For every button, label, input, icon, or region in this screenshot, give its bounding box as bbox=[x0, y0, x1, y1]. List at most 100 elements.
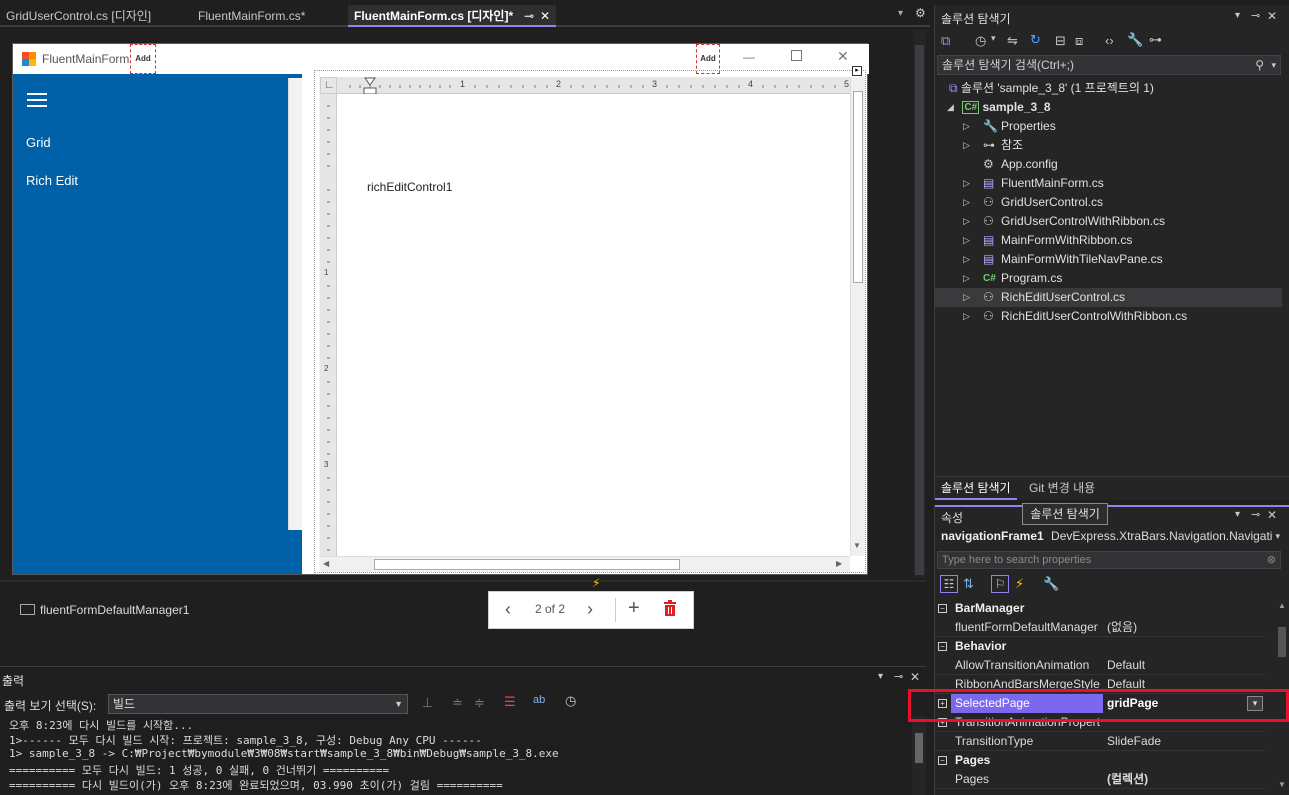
tab-solution-explorer[interactable]: 솔루션 탐색기 bbox=[935, 477, 1017, 500]
scroll-right-icon[interactable]: ▶ bbox=[836, 559, 842, 568]
tree-project[interactable]: ◢ C# sample_3_8 bbox=[935, 98, 1282, 117]
tab-grid-user-control-design[interactable]: GridUserControl.cs [디자인] bbox=[0, 5, 157, 27]
props-object-selector[interactable]: navigationFrame1 DevExpress.XtraBars.Nav… bbox=[935, 529, 1289, 549]
word-wrap-icon[interactable]: ab bbox=[533, 694, 545, 706]
props-pin-icon[interactable]: ⊸ bbox=[1251, 508, 1260, 521]
tree-item-grid-user-control[interactable]: ▷ ⚇ GridUserControl.cs bbox=[935, 193, 1282, 212]
prop-category-behavior[interactable]: − Behavior bbox=[935, 637, 1265, 656]
next-message-icon[interactable]: ≑ bbox=[474, 695, 485, 711]
collapse-icon[interactable]: − bbox=[938, 756, 947, 765]
events-icon[interactable]: ⚡ bbox=[1015, 576, 1024, 592]
tab-dropdown-icon[interactable]: ▾ bbox=[898, 8, 903, 19]
designer-scroll-thumb[interactable] bbox=[915, 45, 924, 575]
horizontal-ruler[interactable]: 1 2 3 4 5 bbox=[320, 77, 850, 94]
add-page-icon[interactable]: + bbox=[628, 597, 640, 620]
previous-page-icon[interactable]: ‹ bbox=[505, 599, 511, 620]
nav-item-rich-edit[interactable]: Rich Edit bbox=[26, 173, 78, 188]
se-dropdown-icon[interactable]: ▾ bbox=[1235, 10, 1240, 21]
history-dropdown-icon[interactable]: ▾ bbox=[991, 33, 996, 44]
rich-edit-scroll-thumb[interactable] bbox=[853, 91, 863, 283]
properties-view-icon[interactable]: ⚐ bbox=[991, 575, 1009, 593]
output-scroll-thumb[interactable] bbox=[915, 733, 923, 763]
collapsed-arrow-icon[interactable]: ▷ bbox=[963, 307, 983, 326]
tab-fluent-main-form-design[interactable]: FluentMainForm.cs [디자인]* ⊸ ✕ bbox=[348, 5, 556, 27]
expanded-arrow-icon[interactable]: ◢ bbox=[947, 98, 959, 117]
minimize-icon[interactable]: — bbox=[743, 50, 755, 64]
clock-icon[interactable]: ◷ bbox=[565, 693, 576, 709]
prop-row-fluent-form-default-manager[interactable]: fluentFormDefaultManager (없음) bbox=[935, 618, 1265, 637]
collapse-all-icon[interactable]: ⊟ bbox=[1055, 33, 1066, 49]
collapse-icon[interactable]: − bbox=[938, 604, 947, 613]
collapsed-arrow-icon[interactable]: ▷ bbox=[963, 231, 983, 250]
output-text-area[interactable]: 오후 8:23에 다시 빌드를 시작함... 1>------ 모두 다시 빌드… bbox=[0, 716, 912, 795]
collapsed-arrow-icon[interactable]: ▷ bbox=[963, 269, 983, 288]
collapse-icon[interactable]: − bbox=[938, 642, 947, 651]
clear-search-icon[interactable]: ⊗ bbox=[1267, 552, 1276, 568]
properties-wrench-icon[interactable]: 🔧 bbox=[1127, 32, 1143, 48]
collapsed-arrow-icon[interactable]: ▷ bbox=[963, 117, 983, 136]
scroll-down-icon[interactable]: ▼ bbox=[853, 541, 861, 550]
tree-item-main-form-tile-nav[interactable]: ▷ ▤ MainFormWithTileNavPane.cs bbox=[935, 250, 1282, 269]
smart-tag-icon[interactable]: ▸ bbox=[852, 66, 862, 76]
tree-item-fluent-main-form[interactable]: ▷ ▤ FluentMainForm.cs bbox=[935, 174, 1282, 193]
collapsed-arrow-icon[interactable]: ▷ bbox=[963, 212, 983, 231]
tab-fluent-main-form-code[interactable]: FluentMainForm.cs* bbox=[192, 5, 311, 27]
se-search-input[interactable]: 솔루션 탐색기 검색(Ctrl+;) ⚲ ▾ bbox=[937, 55, 1281, 75]
collapsed-arrow-icon[interactable]: ▷ bbox=[963, 136, 983, 155]
prop-value[interactable]: (컬렉션) bbox=[1107, 770, 1148, 789]
tree-item-properties[interactable]: ▷ 🔧 Properties bbox=[935, 117, 1282, 136]
prop-category-pages[interactable]: − Pages bbox=[935, 751, 1265, 770]
tree-item-program[interactable]: ▷ C# Program.cs bbox=[935, 269, 1282, 288]
prev-message-icon[interactable]: ≐ bbox=[452, 695, 463, 711]
close-icon[interactable]: ✕ bbox=[540, 5, 550, 27]
close-window-icon[interactable]: ✕ bbox=[837, 48, 849, 65]
props-scroll-thumb[interactable] bbox=[1278, 627, 1286, 657]
output-source-select[interactable]: 빌드 ▼ bbox=[108, 694, 408, 714]
collapsed-arrow-icon[interactable]: ▷ bbox=[963, 193, 983, 212]
props-close-icon[interactable]: ✕ bbox=[1267, 508, 1277, 522]
categorized-icon[interactable]: ☷ bbox=[940, 575, 958, 593]
output-pin-icon[interactable]: ⊸ bbox=[894, 670, 903, 683]
tree-item-app-config[interactable]: ⚙ App.config bbox=[935, 155, 1282, 174]
gear-icon[interactable]: ⚙ bbox=[915, 6, 926, 20]
scroll-left-icon[interactable]: ◀ bbox=[323, 559, 329, 568]
output-close-icon[interactable]: ✕ bbox=[910, 670, 920, 684]
delete-page-icon[interactable] bbox=[663, 600, 677, 620]
prop-row-transition-type[interactable]: TransitionType SlideFade bbox=[935, 732, 1265, 751]
add-button-placeholder[interactable]: Add bbox=[130, 44, 156, 74]
show-all-files-icon[interactable]: ⧈ bbox=[1075, 33, 1083, 49]
rich-edit-vertical-scrollbar[interactable]: ▼ bbox=[850, 77, 865, 556]
scroll-up-icon[interactable]: ▲ bbox=[1278, 601, 1286, 610]
preview-icon[interactable]: ⊶ bbox=[1149, 32, 1162, 48]
pin-icon[interactable]: ⊸ bbox=[524, 5, 534, 27]
tab-stop-icon[interactable]: ∟ bbox=[324, 79, 335, 91]
vertical-ruler[interactable]: 1 2 3 bbox=[320, 94, 337, 556]
tray-component-label[interactable]: fluentFormDefaultManager1 bbox=[40, 603, 189, 617]
search-options-icon[interactable]: ▾ bbox=[1271, 56, 1276, 74]
alphabetical-icon[interactable]: ⇅ bbox=[963, 576, 974, 592]
nav-item-grid[interactable]: Grid bbox=[26, 135, 51, 150]
search-icon[interactable]: ⚲ bbox=[1255, 56, 1264, 74]
prop-value[interactable]: SlideFade bbox=[1107, 732, 1161, 751]
prop-value[interactable]: Default bbox=[1107, 656, 1145, 675]
collapsed-arrow-icon[interactable]: ▷ bbox=[963, 250, 983, 269]
scroll-down-icon[interactable]: ▼ bbox=[1278, 780, 1286, 789]
maximize-icon[interactable] bbox=[791, 50, 802, 61]
nav-pane-scrollbar[interactable] bbox=[288, 78, 302, 530]
tree-item-rich-edit-user-control[interactable]: ▷ ⚇ RichEditUserControl.cs bbox=[935, 288, 1282, 307]
props-search-input[interactable]: Type here to search properties ⊗ bbox=[937, 551, 1281, 569]
hamburger-icon[interactable] bbox=[27, 93, 47, 107]
find-message-icon[interactable]: ⊥ bbox=[422, 695, 433, 711]
tree-item-grid-user-control-ribbon[interactable]: ▷ ⚇ GridUserControlWithRibbon.cs bbox=[935, 212, 1282, 231]
prop-row-allow-transition-animation[interactable]: AllowTransitionAnimation Default bbox=[935, 656, 1265, 675]
code-view-icon[interactable]: ‹› bbox=[1105, 33, 1114, 48]
tree-solution[interactable]: ⧉ 솔루션 'sample_3_8' (1 프로젝트의 1) bbox=[935, 79, 1282, 98]
props-dropdown-icon[interactable]: ▾ bbox=[1235, 509, 1240, 520]
output-dropdown-icon[interactable]: ▾ bbox=[878, 671, 883, 682]
rich-edit-hscroll-thumb[interactable] bbox=[374, 559, 680, 570]
document-page[interactable]: richEditControl1 bbox=[342, 94, 848, 556]
tab-git-changes[interactable]: Git 변경 내용 bbox=[1023, 477, 1101, 500]
next-page-icon[interactable]: › bbox=[587, 599, 593, 620]
prop-row-pages[interactable]: Pages (컬렉션) bbox=[935, 770, 1265, 789]
tree-item-references[interactable]: ▷ ⊶ 참조 bbox=[935, 136, 1282, 155]
